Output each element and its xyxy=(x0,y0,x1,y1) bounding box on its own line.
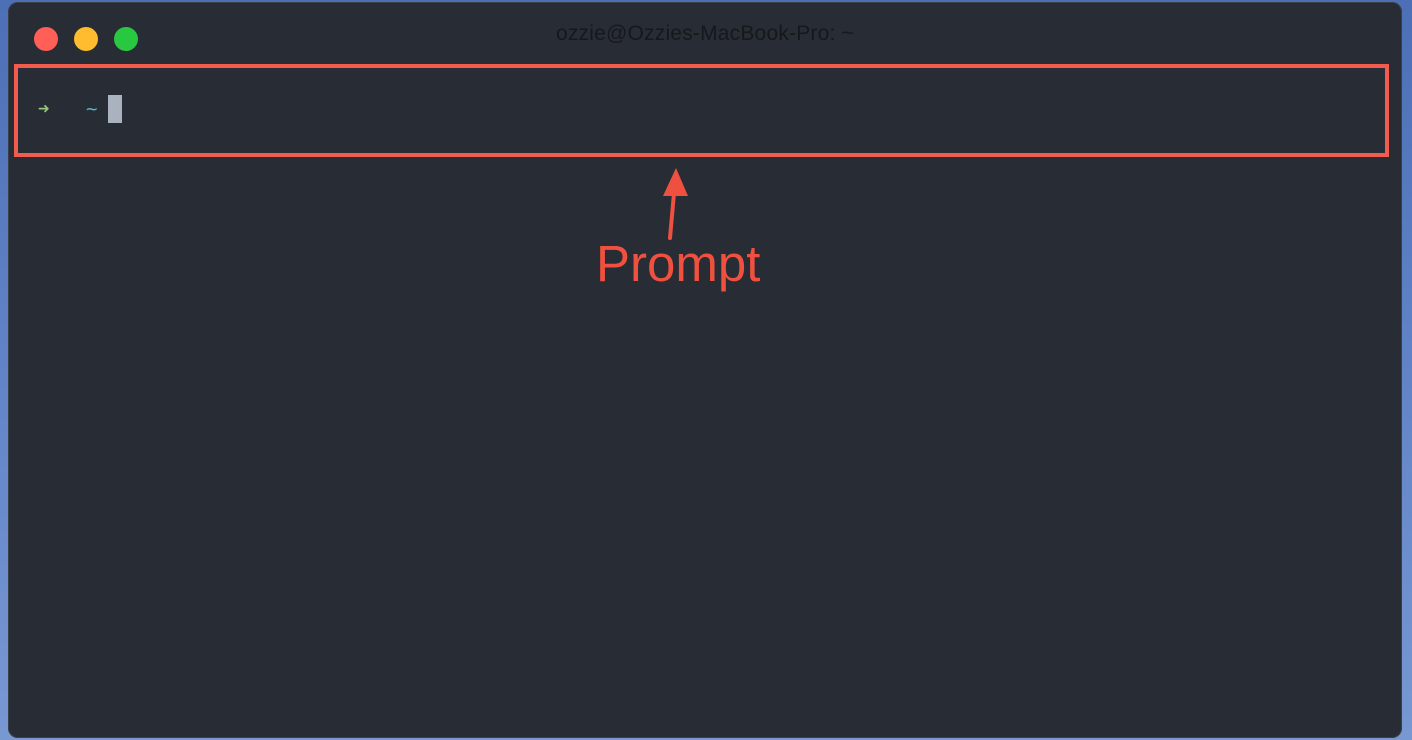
window-title: ozzie@Ozzies-MacBook-Pro: ~ xyxy=(555,22,855,45)
prompt-highlight-box xyxy=(14,64,1389,157)
title-bar[interactable]: ozzie@Ozzies-MacBook-Pro: ~ xyxy=(8,2,1402,68)
annotation-label: Prompt xyxy=(596,235,761,292)
